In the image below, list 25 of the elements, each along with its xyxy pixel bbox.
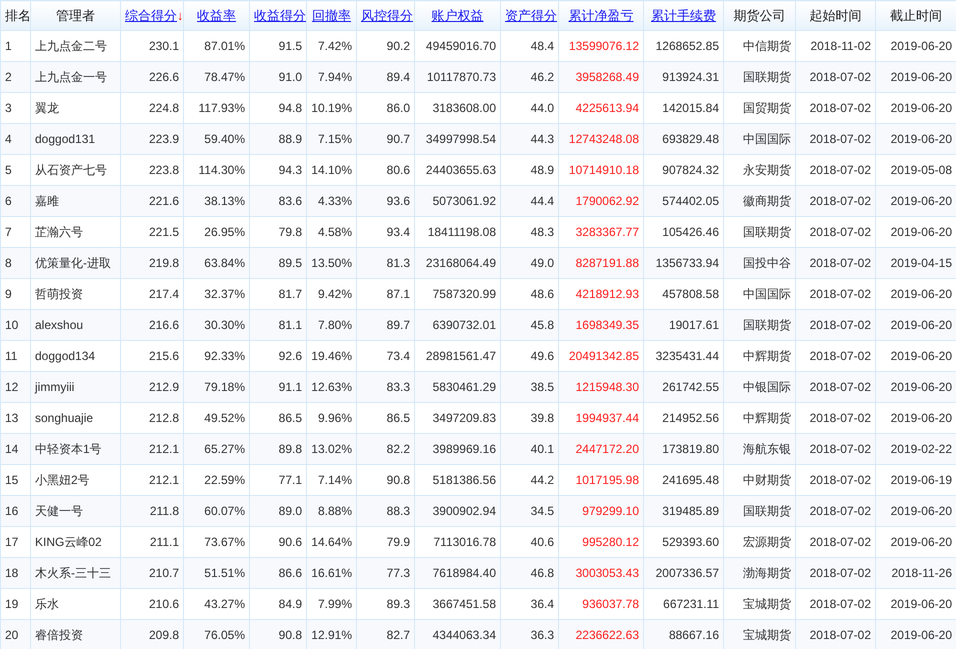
- column-header[interactable]: 累计净盈亏: [558, 0, 644, 30]
- sort-link[interactable]: 累计手续费: [651, 8, 716, 23]
- sort-link[interactable]: 综合得分: [125, 8, 177, 23]
- header-label: 截止时间: [890, 8, 942, 23]
- table-cell: 20: [0, 620, 30, 649]
- column-header[interactable]: 账户权益: [414, 0, 500, 30]
- sort-link[interactable]: 风控得分: [361, 8, 413, 23]
- column-header[interactable]: 风控得分: [356, 0, 414, 30]
- column-header[interactable]: 收益率: [184, 0, 250, 30]
- header-label: 排名: [5, 8, 31, 23]
- column-header[interactable]: 资产得分: [500, 0, 558, 30]
- sort-link[interactable]: 账户权益: [432, 8, 484, 23]
- column-header[interactable]: 回撤率: [306, 0, 356, 30]
- sort-link[interactable]: 收益得分: [254, 8, 306, 23]
- sort-link[interactable]: 资产得分: [505, 8, 557, 23]
- header-label: 期货公司: [734, 8, 786, 23]
- sort-link[interactable]: 累计净盈亏: [568, 8, 634, 23]
- sort-arrow: ↓: [177, 8, 184, 23]
- column-header[interactable]: 累计手续费: [644, 0, 724, 30]
- sort-link[interactable]: 回撤率: [312, 8, 351, 23]
- sort-link[interactable]: 收益率: [197, 8, 236, 23]
- column-header[interactable]: 收益得分: [250, 0, 306, 30]
- column-header[interactable]: 综合得分↓: [120, 0, 184, 30]
- header-label: 管理者: [56, 8, 95, 23]
- header-label: 起始时间: [810, 8, 862, 23]
